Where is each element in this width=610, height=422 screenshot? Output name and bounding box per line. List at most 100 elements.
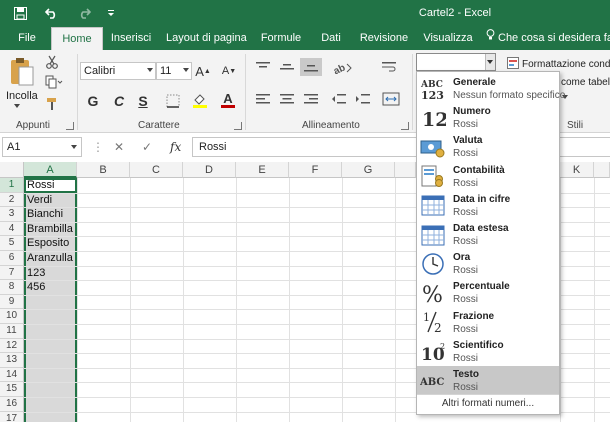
enter-icon[interactable]: ✓ <box>142 138 152 156</box>
name-box[interactable]: A1 <box>2 137 82 157</box>
paste-dropdown-icon[interactable] <box>14 104 20 108</box>
cancel-icon[interactable]: ✕ <box>114 138 124 156</box>
column-header-b[interactable]: B <box>77 162 130 178</box>
cell-a3[interactable]: Bianchi <box>27 207 63 222</box>
tab-data[interactable]: Dati <box>314 27 348 50</box>
cut-icon[interactable] <box>44 54 60 70</box>
paste-icon[interactable] <box>8 54 36 90</box>
number-format-dropdown-button[interactable] <box>485 54 495 70</box>
tab-formulas[interactable]: Formule <box>256 27 306 50</box>
format-painter-icon[interactable] <box>44 96 60 112</box>
row-header[interactable]: 9 <box>0 294 24 310</box>
tab-home[interactable]: Home <box>51 27 103 51</box>
cell-a4[interactable]: Brambilla <box>27 222 73 237</box>
customize-qat-icon[interactable] <box>104 4 118 22</box>
format-item-3[interactable]: Contabilità Rossi <box>417 162 559 191</box>
column-header-c[interactable]: C <box>130 162 183 178</box>
tab-insert[interactable]: Inserisci <box>108 27 154 50</box>
align-left-icon[interactable] <box>254 92 272 106</box>
format-item-7[interactable]: % Percentuale Rossi <box>417 278 559 307</box>
format-item-5[interactable]: Data estesa Rossi <box>417 220 559 249</box>
tab-view[interactable]: Visualizza <box>420 27 476 50</box>
cell-a5[interactable]: Esposito <box>27 236 69 251</box>
column-header-d[interactable]: D <box>183 162 236 178</box>
decrease-indent-icon[interactable] <box>330 92 348 106</box>
format-item-10[interactable]: ABC Testo Rossi <box>417 366 559 395</box>
orientation-icon[interactable]: ab <box>330 58 356 76</box>
align-bottom-icon[interactable] <box>300 58 322 76</box>
insert-function-button[interactable]: fx <box>170 138 181 156</box>
font-color-button[interactable]: A <box>218 90 238 110</box>
row-header[interactable]: 7 <box>0 265 24 281</box>
cell-a2[interactable]: Verdi <box>27 193 52 208</box>
merge-center-icon[interactable] <box>380 90 402 108</box>
italic-button[interactable]: C <box>112 92 126 110</box>
conditional-formatting-icon-small[interactable] <box>502 54 522 70</box>
cell-a1[interactable]: Rossi <box>27 178 55 193</box>
tell-me-search[interactable]: Che cosa si desidera fare? <box>486 27 610 50</box>
cell-a8[interactable]: 456 <box>27 280 45 295</box>
font-size-combo[interactable]: 11 <box>156 62 192 80</box>
format-item-9[interactable]: 10 2 Scientifico Rossi <box>417 337 559 366</box>
column-header-hidden[interactable] <box>395 162 416 178</box>
align-top-icon[interactable] <box>254 60 272 74</box>
row-header[interactable]: 2 <box>0 192 24 208</box>
column-header-e[interactable]: E <box>236 162 289 178</box>
row-header[interactable]: 1 <box>0 178 24 193</box>
font-name-combo[interactable]: Calibri <box>80 62 156 80</box>
tab-page-layout[interactable]: Layout di pagina <box>166 27 247 50</box>
more-number-formats[interactable]: Altri formati numeri... <box>417 398 559 409</box>
align-right-icon[interactable] <box>302 92 320 106</box>
paste-label[interactable]: Incolla <box>6 90 38 102</box>
undo-icon[interactable] <box>42 4 62 22</box>
fill-color-icon[interactable] <box>190 90 210 110</box>
redo-icon[interactable] <box>74 4 94 22</box>
format-item-8[interactable]: 1 2 Frazione Rossi <box>417 308 559 337</box>
bold-button[interactable]: G <box>86 92 100 110</box>
column-header-k[interactable]: K <box>560 162 594 178</box>
row-header[interactable]: 12 <box>0 338 24 354</box>
column-header-next[interactable] <box>594 162 610 178</box>
row-header[interactable]: 17 <box>0 411 24 422</box>
cell-a7[interactable]: 123 <box>27 266 45 281</box>
tab-review[interactable]: Revisione <box>357 27 411 50</box>
row-header[interactable]: 6 <box>0 251 24 266</box>
column-header-a[interactable]: A <box>24 162 77 178</box>
format-item-6[interactable]: Ora Rossi <box>417 249 559 278</box>
grow-font-button[interactable]: A ▲ <box>195 62 211 80</box>
row-header[interactable]: 3 <box>0 207 24 222</box>
shrink-font-button[interactable]: A ▼ <box>222 62 236 80</box>
conditional-formatting-button[interactable]: Formattazione condiz <box>507 56 610 72</box>
borders-icon[interactable] <box>164 92 184 110</box>
row-header[interactable]: 14 <box>0 367 24 383</box>
font-dialog-launcher[interactable] <box>234 122 242 130</box>
underline-button[interactable]: S <box>136 92 150 110</box>
cell-a6[interactable]: Aranzulla <box>27 251 73 266</box>
format-item-4[interactable]: Data in cifre Rossi <box>417 191 559 220</box>
row-header[interactable]: 4 <box>0 221 24 237</box>
row-header[interactable]: 5 <box>0 236 24 251</box>
alignment-dialog-launcher[interactable] <box>401 122 409 130</box>
wrap-text-icon[interactable] <box>380 58 398 76</box>
row-header[interactable]: 13 <box>0 353 24 368</box>
clipboard-dialog-launcher[interactable] <box>66 122 74 130</box>
column-header-f[interactable]: F <box>289 162 342 178</box>
format-item-0[interactable]: ABC 123 Generale Nessun formato specifico <box>417 74 565 103</box>
save-icon[interactable] <box>10 4 30 22</box>
row-header[interactable]: 11 <box>0 324 24 339</box>
row-header[interactable]: 10 <box>0 309 24 324</box>
column-header-g[interactable]: G <box>342 162 395 178</box>
tab-file[interactable]: File <box>10 27 44 50</box>
copy-icon[interactable] <box>44 74 64 90</box>
format-item-2[interactable]: Valuta Rossi <box>417 132 559 161</box>
row-header[interactable]: 16 <box>0 397 24 412</box>
row-header[interactable]: 8 <box>0 280 24 295</box>
select-all-corner[interactable] <box>0 162 24 178</box>
number-format-combo[interactable] <box>416 53 496 71</box>
increase-indent-icon[interactable] <box>354 92 372 106</box>
row-header[interactable]: 15 <box>0 382 24 397</box>
align-center-icon[interactable] <box>278 92 296 106</box>
format-item-1[interactable]: 12 Numero Rossi <box>417 103 559 132</box>
align-middle-icon[interactable] <box>278 60 296 74</box>
format-as-table-label[interactable]: come tabell <box>561 77 610 88</box>
